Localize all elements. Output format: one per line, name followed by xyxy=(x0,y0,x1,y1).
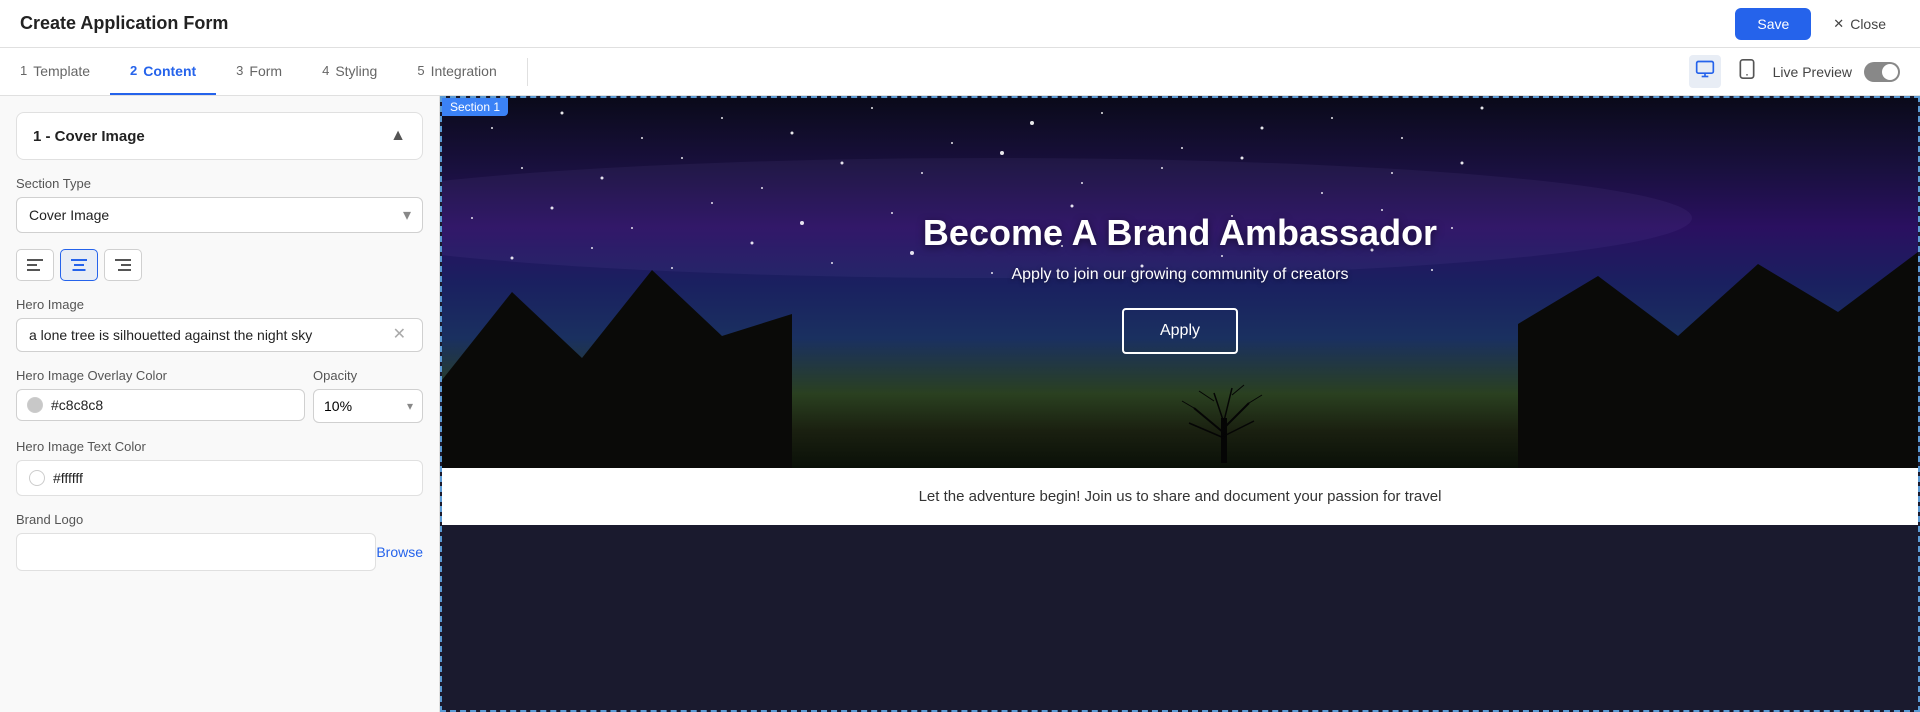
overlay-color-field: Hero Image Overlay Color #c8c8c8 xyxy=(16,368,305,421)
opacity-select-wrapper: 10%20%30% 40%50%60% xyxy=(313,389,423,423)
step-content-label: Content xyxy=(143,63,196,79)
chevron-up-icon: ▲ xyxy=(390,127,406,145)
cover-text-overlay: Become A Brand Ambassador Apply to join … xyxy=(903,192,1457,374)
step-integration-num: 5 xyxy=(417,63,424,78)
step-template-num: 1 xyxy=(20,63,27,78)
section-header[interactable]: 1 - Cover Image ▲ xyxy=(16,112,423,160)
align-left-button[interactable] xyxy=(16,249,54,281)
opacity-label: Opacity xyxy=(313,368,423,383)
text-color-input[interactable]: #ffffff xyxy=(16,460,423,496)
align-right-icon xyxy=(115,258,131,272)
text-color-label: Hero Image Text Color xyxy=(16,439,423,454)
align-right-button[interactable] xyxy=(104,249,142,281)
header-actions: Save Close xyxy=(1735,8,1900,40)
hero-image-clear-button[interactable]: ✕ xyxy=(389,327,410,343)
step-divider xyxy=(527,58,528,86)
step-form-label: Form xyxy=(249,63,282,79)
opacity-select[interactable]: 10%20%30% 40%50%60% xyxy=(313,389,423,423)
browse-button[interactable]: Browse xyxy=(376,544,423,560)
close-button[interactable]: Close xyxy=(1819,8,1900,40)
step-form[interactable]: 3 Form xyxy=(216,48,302,95)
step-nav: 1 Template 2 Content 3 Form 4 Styling 5 … xyxy=(0,48,1920,96)
step-form-num: 3 xyxy=(236,63,243,78)
brand-logo-row: Browse xyxy=(16,533,423,571)
main-area: 1 - Cover Image ▲ Section Type Cover Ima… xyxy=(0,96,1920,712)
mobile-view-button[interactable] xyxy=(1733,55,1761,88)
below-cover-section: Let the adventure begin! Join us to shar… xyxy=(442,468,1918,525)
hero-image-field: Hero Image ✕ xyxy=(16,297,423,352)
step-styling[interactable]: 4 Styling xyxy=(302,48,397,95)
step-integration[interactable]: 5 Integration xyxy=(397,48,516,95)
lone-tree-silhouette xyxy=(1174,373,1274,468)
overlay-color-label: Hero Image Overlay Color xyxy=(16,368,305,383)
hero-image-label: Hero Image xyxy=(16,297,423,312)
step-content[interactable]: 2 Content xyxy=(110,48,216,95)
cover-subtitle: Apply to join our growing community of c… xyxy=(923,266,1437,284)
overlay-color-swatch xyxy=(27,397,43,413)
step-template[interactable]: 1 Template xyxy=(0,48,110,95)
alignment-group xyxy=(16,249,423,281)
opacity-field: Opacity 10%20%30% 40%50%60% xyxy=(313,368,423,423)
tree-svg xyxy=(1174,373,1274,463)
brand-logo-field: Brand Logo Browse xyxy=(16,512,423,571)
preview-controls: Live Preview xyxy=(1689,55,1920,88)
save-button[interactable]: Save xyxy=(1735,8,1811,40)
desktop-icon xyxy=(1695,59,1715,79)
text-color-swatch xyxy=(29,470,45,486)
step-styling-label: Styling xyxy=(335,63,377,79)
app-header: Create Application Form Save Close xyxy=(0,0,1920,48)
panel-content: Section Type Cover Image xyxy=(0,160,439,603)
step-content-num: 2 xyxy=(130,63,137,78)
section-type-select-wrapper: Cover Image xyxy=(16,197,423,233)
overlay-color-hex: #c8c8c8 xyxy=(51,397,103,413)
cover-apply-button[interactable]: Apply xyxy=(1122,308,1238,354)
text-color-hex: #ffffff xyxy=(53,470,83,486)
brand-logo-input[interactable] xyxy=(16,533,376,571)
section-header-title: 1 - Cover Image xyxy=(33,128,145,145)
section-type-field: Section Type Cover Image xyxy=(16,176,423,233)
preview-area: Section 1 .star-dot { position: absolute… xyxy=(440,96,1920,712)
hero-image-input[interactable] xyxy=(29,327,389,343)
live-preview-toggle[interactable] xyxy=(1864,62,1900,82)
align-center-icon xyxy=(71,258,87,272)
desktop-view-button[interactable] xyxy=(1689,55,1721,88)
hero-image-input-wrapper: ✕ xyxy=(16,318,423,352)
section-type-label: Section Type xyxy=(16,176,423,191)
step-template-label: Template xyxy=(33,63,90,79)
step-integration-label: Integration xyxy=(431,63,497,79)
overlay-color-row: Hero Image Overlay Color #c8c8c8 Opacity… xyxy=(16,368,423,423)
left-panel: 1 - Cover Image ▲ Section Type Cover Ima… xyxy=(0,96,440,712)
mobile-icon xyxy=(1739,59,1755,79)
section-type-select[interactable]: Cover Image xyxy=(16,197,423,233)
overlay-color-input[interactable]: #c8c8c8 xyxy=(16,389,305,421)
align-center-button[interactable] xyxy=(60,249,98,281)
step-styling-num: 4 xyxy=(322,63,329,78)
brand-logo-label: Brand Logo xyxy=(16,512,423,527)
align-left-icon xyxy=(27,258,43,272)
section-badge: Section 1 xyxy=(442,98,508,116)
cover-section: .star-dot { position: absolute; backgrou… xyxy=(442,98,1918,468)
live-preview-label: Live Preview xyxy=(1773,64,1852,80)
cover-title: Become A Brand Ambassador xyxy=(923,212,1437,254)
app-title: Create Application Form xyxy=(20,13,228,34)
text-color-field: Hero Image Text Color #ffffff xyxy=(16,439,423,496)
below-cover-text: Let the adventure begin! Join us to shar… xyxy=(919,488,1442,505)
